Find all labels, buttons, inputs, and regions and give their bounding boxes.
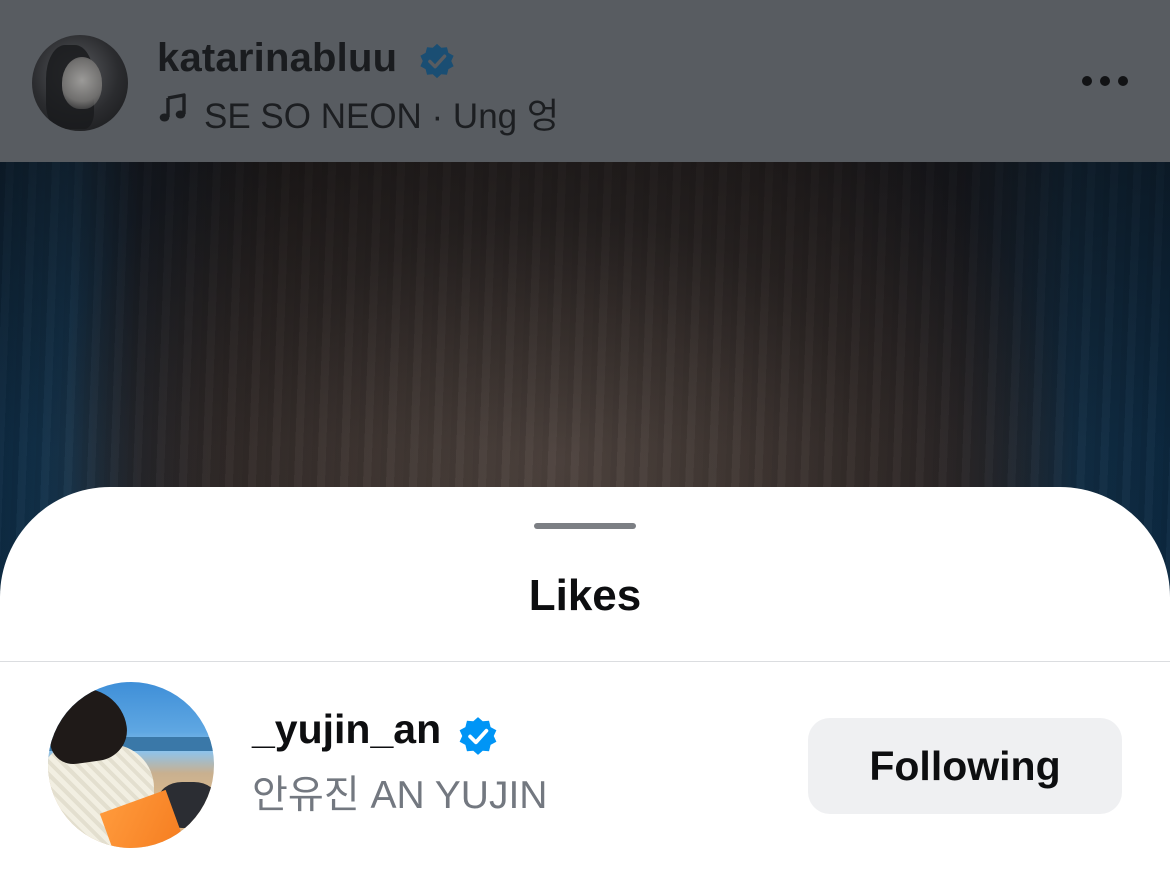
- instagram-post-screen: katarinabluu SE SO NEON · Ung 엉 Likes _y…: [0, 0, 1170, 873]
- post-song-label[interactable]: SE SO NEON · Ung 엉: [204, 88, 559, 139]
- likes-sheet: Likes _yujin_an 안유진 AN YUJIN Following: [0, 487, 1170, 873]
- sheet-drag-handle[interactable]: [534, 523, 636, 529]
- following-button[interactable]: Following: [808, 718, 1122, 814]
- list-item[interactable]: _yujin_an 안유진 AN YUJIN Following: [0, 682, 1170, 852]
- verified-badge-icon: [420, 43, 454, 79]
- username[interactable]: _yujin_an: [252, 706, 441, 753]
- full-name: 안유진 AN YUJIN: [252, 774, 548, 817]
- post-header: katarinabluu SE SO NEON · Ung 엉: [0, 0, 1170, 162]
- author-username[interactable]: katarinabluu: [157, 36, 397, 81]
- sheet-title: Likes: [528, 571, 642, 620]
- more-options-icon[interactable]: [1078, 72, 1134, 90]
- music-note-icon: [159, 93, 186, 122]
- avatar[interactable]: [48, 682, 214, 848]
- verified-badge-icon: [459, 717, 497, 755]
- sheet-divider: [0, 661, 1170, 662]
- author-avatar[interactable]: [32, 35, 128, 131]
